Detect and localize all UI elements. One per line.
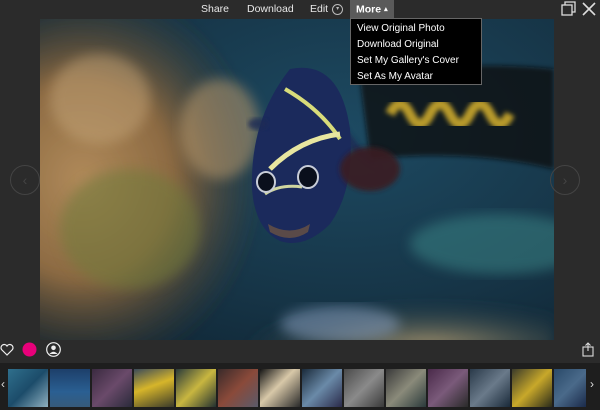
action-bar	[0, 340, 600, 362]
more-label: More	[356, 3, 382, 16]
share-icon[interactable]	[582, 342, 594, 357]
thumbnail-2[interactable]	[50, 369, 90, 407]
filmstrip-prev-button[interactable]: ‹	[1, 377, 5, 391]
thumbnail-12[interactable]	[470, 369, 510, 407]
thumbnail-6[interactable]	[218, 369, 258, 407]
menu-item-set-avatar[interactable]: Set As My Avatar	[351, 69, 481, 85]
menu-item-download-original[interactable]: Download Original	[351, 37, 481, 53]
close-icon[interactable]	[581, 1, 597, 17]
filmstrip: ‹ ›	[0, 363, 600, 410]
edit-button[interactable]: Edit ▾	[310, 0, 344, 19]
thumbnail-1[interactable]	[8, 369, 48, 407]
restore-icon[interactable]	[561, 1, 577, 17]
thumbnail-8[interactable]	[302, 369, 342, 407]
thumbnail-9[interactable]	[344, 369, 384, 407]
chevron-right-icon: ›	[562, 172, 568, 188]
thumbnail-11[interactable]	[428, 369, 468, 407]
share-button[interactable]: Share	[201, 0, 229, 19]
next-photo-button[interactable]: ›	[550, 165, 580, 195]
top-toolbar: Share Download Edit ▾ More ▴	[0, 0, 600, 19]
chevron-down-icon: ▾	[332, 3, 344, 15]
heart-icon[interactable]	[0, 343, 14, 357]
menu-item-set-gallery-cover[interactable]: Set My Gallery's Cover	[351, 53, 481, 69]
thumbnail-14[interactable]	[554, 369, 586, 407]
more-button[interactable]: More ▴	[350, 0, 394, 19]
chevron-left-icon: ‹	[22, 172, 28, 188]
filmstrip-next-button[interactable]: ›	[590, 377, 594, 391]
pink-dot-icon[interactable]	[22, 342, 37, 357]
more-menu: View Original Photo Download Original Se…	[350, 18, 482, 85]
menu-item-view-original[interactable]: View Original Photo	[351, 21, 481, 37]
thumbnail-13[interactable]	[512, 369, 552, 407]
thumbnail-7[interactable]	[260, 369, 300, 407]
user-icon[interactable]	[46, 342, 61, 357]
caret-up-icon: ▴	[384, 6, 388, 13]
download-button[interactable]: Download	[247, 0, 294, 19]
edit-label: Edit	[310, 3, 329, 15]
prev-photo-button[interactable]: ‹	[10, 165, 40, 195]
thumbnail-5[interactable]	[176, 369, 216, 407]
thumbnail-3[interactable]	[92, 369, 132, 407]
thumbnail-4[interactable]	[134, 369, 174, 407]
thumbnail-10[interactable]	[386, 369, 426, 407]
